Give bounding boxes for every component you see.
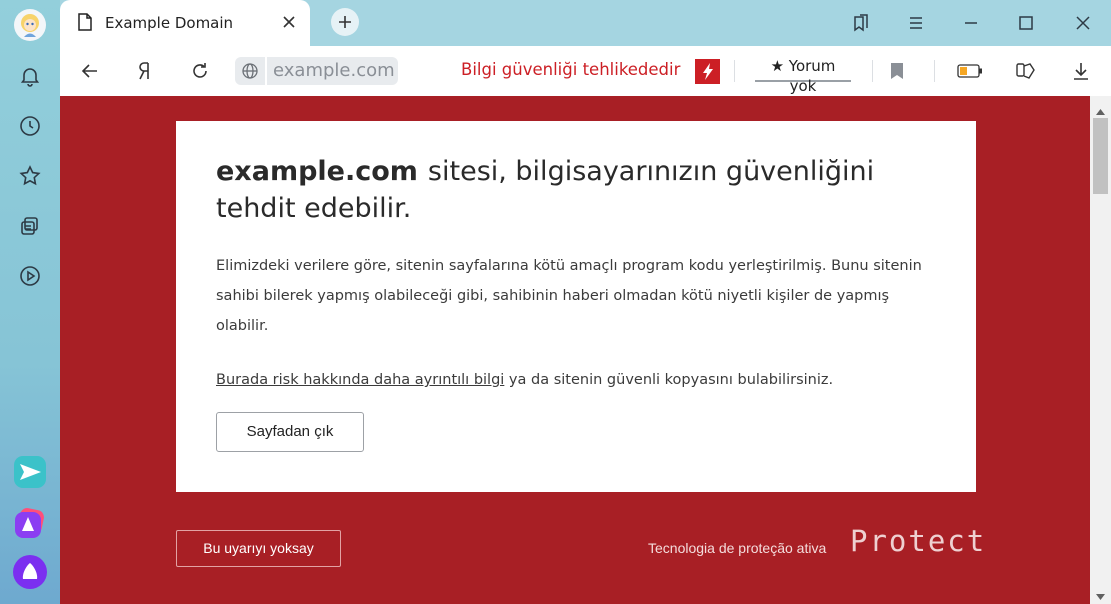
page-title: example.com sitesi, bilgisayarınızın güve… [216, 153, 936, 227]
ignore-warning-button[interactable]: Bu uyarıyı yoksay [176, 530, 341, 567]
tab-strip: Example Domain [60, 0, 1111, 46]
warning-description: Elimizdeki verilere göre, sitenin sayfal… [216, 258, 922, 334]
minimize-icon[interactable] [956, 8, 986, 38]
warning-card: example.com sitesi, bilgisayarınızın güve… [176, 121, 976, 492]
tab-title: Example Domain [105, 14, 234, 32]
close-window-icon[interactable] [1068, 8, 1098, 38]
yandex-icon[interactable] [130, 56, 160, 86]
toolbar: example.com Bilgi güvenliği tehlikededir… [60, 46, 1111, 96]
bell-icon[interactable] [10, 56, 50, 96]
security-warning[interactable]: Bilgi güvenliği tehlikededir [461, 60, 680, 79]
scroll-thumb[interactable] [1093, 118, 1108, 194]
risk-details-link[interactable]: Burada risk hakkında daha ayrıntılı bilg… [216, 372, 504, 388]
back-icon[interactable] [75, 56, 105, 86]
menu-icon[interactable] [901, 8, 931, 38]
maximize-icon[interactable] [1011, 8, 1041, 38]
close-tab-icon[interactable] [281, 14, 297, 34]
divider [934, 60, 935, 82]
warning-domain: example.com [216, 156, 418, 187]
globe-icon[interactable] [235, 57, 265, 85]
collections-icon[interactable] [10, 206, 50, 246]
tab-example-domain[interactable]: Example Domain [60, 0, 310, 46]
reload-icon[interactable] [185, 56, 215, 86]
star-icon[interactable] [10, 156, 50, 196]
extensions-icon[interactable] [1011, 56, 1041, 86]
side-panel [0, 0, 60, 604]
leave-page-button[interactable]: Sayfadan çık [216, 412, 364, 452]
protect-logo: Protect [850, 524, 987, 558]
divider [872, 60, 873, 82]
address-bar[interactable]: example.com [267, 57, 398, 85]
alice-icon[interactable] [10, 552, 50, 592]
alice-apps-icon[interactable] [10, 503, 50, 543]
divider [734, 60, 735, 82]
page-icon [77, 12, 93, 36]
risk-info-text: ya da sitenin güvenli kopyasını bulabili… [504, 372, 834, 388]
comments-button[interactable]: ★ Yorum yok [755, 56, 851, 95]
bookmark-icon[interactable] [882, 56, 912, 86]
tab-manager-icon[interactable] [846, 8, 876, 38]
protect-label: Tecnologia de proteção ativa [648, 540, 827, 556]
warning-page: example.com sitesi, bilgisayarınızın güve… [60, 96, 1090, 604]
download-icon[interactable] [1066, 56, 1096, 86]
play-icon[interactable] [10, 256, 50, 296]
avatar[interactable] [14, 9, 46, 41]
scroll-down-icon[interactable] [1095, 586, 1106, 604]
risk-info: Burada risk hakkında daha ayrıntılı bilg… [216, 365, 936, 395]
scrollbar[interactable] [1090, 96, 1111, 604]
battery-icon[interactable] [955, 56, 985, 86]
new-tab-button[interactable] [331, 8, 359, 36]
history-icon[interactable] [10, 106, 50, 146]
messenger-icon[interactable] [10, 452, 50, 492]
flash-icon[interactable] [695, 59, 720, 84]
